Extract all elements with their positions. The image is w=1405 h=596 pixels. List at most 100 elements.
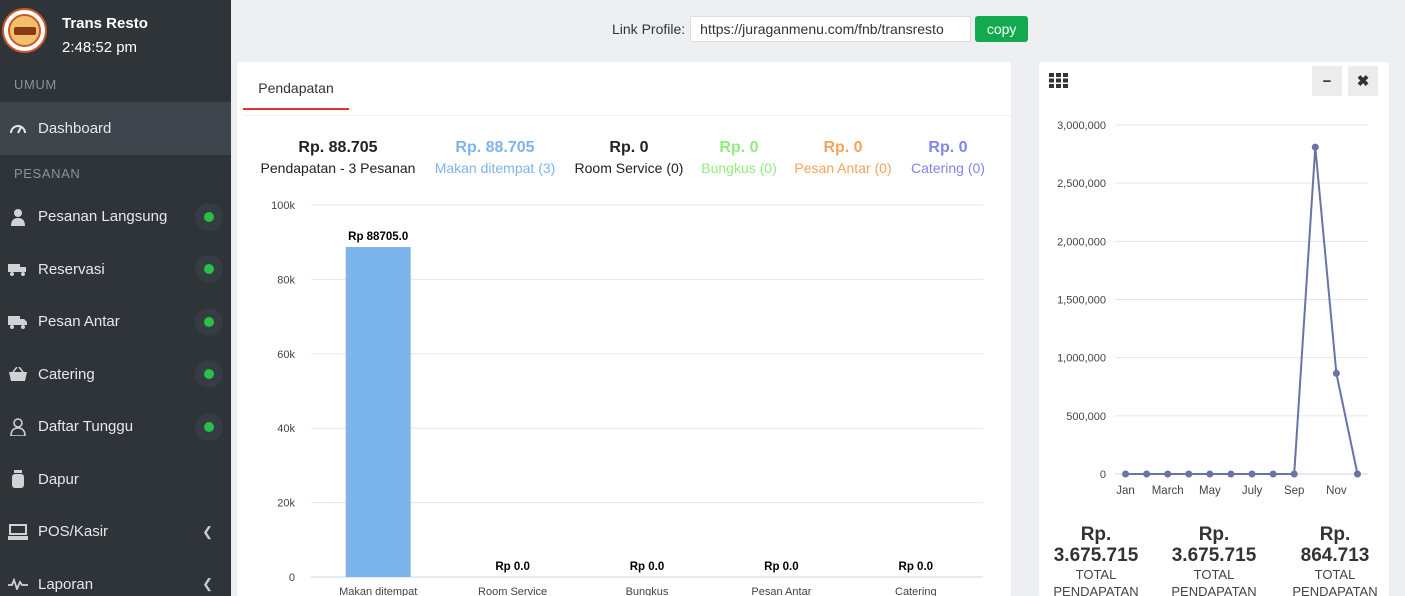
close-icon: ✖ xyxy=(1356,73,1370,90)
status-dot xyxy=(195,202,223,231)
summary-label-2: PENDAPATAN xyxy=(1053,584,1139,596)
close-button[interactable]: ✖ xyxy=(1348,66,1378,96)
grid-menu-icon[interactable] xyxy=(1049,73,1068,88)
stat-bungkus: Rp. 0 Bungkus (0) xyxy=(701,139,776,176)
y-tick-label: 80k xyxy=(277,274,295,286)
sidebar-item-label: Pesanan Langsung xyxy=(38,208,168,226)
user-icon xyxy=(8,417,28,437)
stat-label: Pesan Antar (0) xyxy=(794,160,892,176)
y-tick-label: 0 xyxy=(289,572,295,584)
user-tie-icon xyxy=(8,207,28,227)
data-point xyxy=(1332,369,1340,377)
sidebar-item-daftar-tunggu[interactable]: Daftar Tunggu xyxy=(0,401,231,454)
link-profile-label: Link Profile: xyxy=(612,21,686,37)
collapse-button[interactable]: − xyxy=(1312,66,1342,96)
stat-label: Room Service (0) xyxy=(574,160,684,176)
revenue-bar-chart: 0 20k 40k 60k 80k 100k Rp 88705.0 Makan ditempa… xyxy=(271,200,983,596)
bar xyxy=(345,247,411,577)
sidebar-item-label: POS/Kasir xyxy=(38,523,109,541)
x-tick-label: Jan xyxy=(1116,485,1135,497)
clock-time: 2:48:52 pm xyxy=(62,39,138,56)
x-tick-label: May xyxy=(1199,485,1221,497)
data-point xyxy=(1269,470,1277,478)
jar-icon xyxy=(8,469,28,489)
y-tick-label: 500,000 xyxy=(1066,411,1106,423)
line-chart-icon xyxy=(8,574,28,594)
stat-pesan-antar: Rp. 0 Pesan Antar (0) xyxy=(794,139,891,176)
stat-value: Rp. 0 xyxy=(823,139,863,156)
data-point xyxy=(1353,470,1361,478)
sidebar-item-catering[interactable]: Catering xyxy=(0,348,231,401)
data-point xyxy=(1206,470,1214,478)
data-point xyxy=(1122,470,1130,478)
summary-label: TOTAL xyxy=(1193,567,1235,582)
chevron-left-icon: ❮ xyxy=(202,523,213,539)
sidebar-item-dapur[interactable]: Dapur xyxy=(0,453,231,506)
y-tick-label: 2,500,000 xyxy=(1057,178,1106,190)
sidebar: Trans Resto 2:48:52 pm UMUM Dashboard PE… xyxy=(0,0,231,596)
stat-label: Catering (0) xyxy=(911,160,985,176)
sidebar-item-label: Dashboard xyxy=(38,119,112,137)
link-profile-bar: Link Profile: copy xyxy=(612,16,1029,42)
summary-label: TOTAL xyxy=(1314,567,1356,582)
data-point xyxy=(1143,470,1151,478)
summary-amount: 3.675.715 xyxy=(1053,545,1139,566)
stat-label: Makan ditempat (3) xyxy=(434,160,556,176)
x-tick-label: Makan ditempat xyxy=(339,586,417,596)
bar-data-label: Rp 0.0 xyxy=(764,561,799,573)
y-tick-label: 2,000,000 xyxy=(1057,236,1106,248)
y-tick-label: 1,500,000 xyxy=(1057,295,1106,307)
y-tick-label: 1,000,000 xyxy=(1057,353,1106,365)
summary-amount: 3.675.715 xyxy=(1171,545,1257,566)
sidebar-item-label: Pesan Antar xyxy=(38,313,120,331)
x-tick-label: Sep xyxy=(1284,485,1304,497)
brand-name: Trans Resto xyxy=(62,15,148,32)
copy-button[interactable]: copy xyxy=(975,16,1029,42)
sidebar-item-label: Laporan xyxy=(38,575,94,593)
bar-data-label: Rp 88705.0 xyxy=(348,231,408,243)
y-tick-label: 100k xyxy=(271,200,295,212)
summary-label-2: PENDAPATAN xyxy=(1292,584,1378,596)
series-line xyxy=(1125,147,1359,475)
data-point xyxy=(1290,470,1298,478)
stat-label: Bungkus (0) xyxy=(701,160,777,176)
sidebar-item-laporan[interactable]: Laporan ❮ xyxy=(0,558,231,596)
data-point xyxy=(1227,470,1235,478)
sidebar-item-pesanan-langsung[interactable]: Pesanan Langsung xyxy=(0,191,231,244)
sidebar-item-reservasi[interactable]: Reservasi xyxy=(0,243,231,296)
sidebar-item-dashboard[interactable]: Dashboard xyxy=(0,102,231,155)
summary-prefix: Rp. xyxy=(1198,524,1230,545)
y-tick-label: 0 xyxy=(1100,469,1106,481)
x-tick-label: Nov xyxy=(1326,485,1347,497)
stat-value: Rp. 88.705 xyxy=(298,139,378,156)
summary-prefix: Rp. xyxy=(1319,524,1351,545)
sidebar-item-label: Daftar Tunggu xyxy=(38,418,134,436)
pos-terminal-icon xyxy=(8,522,28,542)
brand: Trans Resto 2:48:52 pm xyxy=(0,0,231,66)
y-tick-label: 20k xyxy=(277,498,295,510)
section-umum: UMUM xyxy=(14,77,57,92)
bar-data-label: Rp 0.0 xyxy=(495,561,530,573)
stat-value: Rp. 0 xyxy=(609,139,649,156)
restaurant-logo xyxy=(2,8,47,53)
delivery-truck-icon xyxy=(8,312,28,332)
summary-total-1: Rp. 3.675.715 TOTAL PENDAPATAN xyxy=(1046,524,1146,596)
yearly-line-chart: 0 500,000 1,000,000 1,500,000 2,000,000 2,500… xyxy=(1057,120,1368,497)
stat-value: Rp. 0 xyxy=(719,139,759,156)
sidebar-item-pesan-antar[interactable]: Pesan Antar xyxy=(0,296,231,349)
y-tick-label: 60k xyxy=(277,349,295,361)
status-dot xyxy=(195,307,223,336)
link-profile-input[interactable] xyxy=(690,16,972,42)
x-tick-label: Catering xyxy=(895,586,937,596)
summary-label: TOTAL xyxy=(1075,567,1117,582)
revenue-card: Pendapatan Rp. 88.705 Pendapatan - 3 Pes… xyxy=(237,62,1011,596)
tab-pendapatan[interactable]: Pendapatan xyxy=(243,72,349,110)
x-tick-label: Bungkus xyxy=(626,586,669,596)
x-tick-label: July xyxy=(1242,485,1263,497)
sidebar-item-pos-kasir[interactable]: POS/Kasir ❮ xyxy=(0,506,231,559)
dashboard-icon xyxy=(8,118,28,138)
status-dot xyxy=(195,412,223,441)
truck-icon xyxy=(8,259,28,279)
sidebar-item-label: Catering xyxy=(38,365,95,383)
status-dot xyxy=(195,360,223,389)
